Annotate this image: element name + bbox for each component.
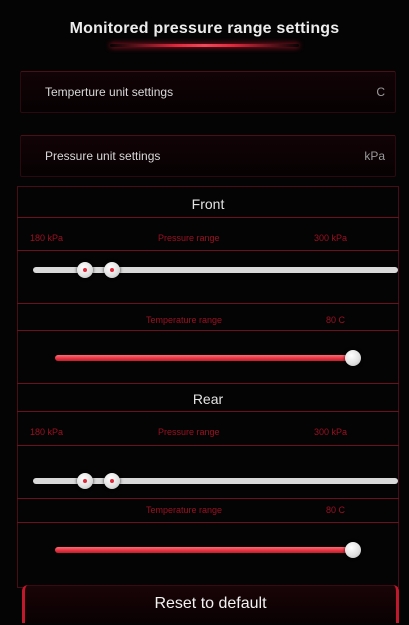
pressure-unit-value: kPa [364,149,385,163]
front-pressure-min: 180 kPa [30,233,64,243]
pressure-unit-label: Pressure unit settings [45,149,161,163]
front-temperature-handle[interactable] [345,350,361,366]
front-pressure-range-label: Pressure range [158,233,220,243]
front-pressure-max-handle[interactable] [104,262,120,278]
range-panel [17,186,399,588]
rear-pressure-min-handle[interactable] [77,473,93,489]
divider [17,330,399,331]
rear-section-title: Rear [192,391,224,407]
reset-button-label: Reset to default [154,595,267,612]
divider [17,250,399,251]
pressure-unit-setting[interactable]: Pressure unit settings kPa [20,135,396,177]
rear-pressure-max: 300 kPa [314,427,348,437]
divider [17,498,399,499]
front-temperature-range-label: Temperature range [146,315,223,325]
rear-temperature-value: 80 C [326,505,346,515]
rear-pressure-max-handle[interactable] [104,473,120,489]
title-underline [110,44,299,47]
divider [17,217,399,218]
divider [17,522,399,523]
page-title: Monitored pressure range settings [69,20,340,37]
divider [17,383,399,384]
front-temperature-slider-track[interactable] [55,355,355,361]
rear-temperature-handle[interactable] [345,542,361,558]
rear-temperature-slider-track[interactable] [55,547,355,553]
divider [17,445,399,446]
front-section-title: Front [191,196,225,212]
temperature-unit-label: Temperture unit settings [45,85,174,99]
front-pressure-min-handle[interactable] [77,262,93,278]
temperature-unit-setting[interactable]: Temperture unit settings C [20,71,396,113]
divider [17,303,399,304]
front-temperature-value: 80 C [326,315,346,325]
front-pressure-max: 300 kPa [314,233,348,243]
rear-temperature-range-label: Temperature range [146,505,223,515]
rear-pressure-min: 180 kPa [30,427,64,437]
divider [17,411,399,412]
temperature-unit-value: C [376,85,385,99]
reset-to-default-button[interactable]: Reset to default [22,585,399,623]
rear-pressure-range-label: Pressure range [158,427,220,437]
